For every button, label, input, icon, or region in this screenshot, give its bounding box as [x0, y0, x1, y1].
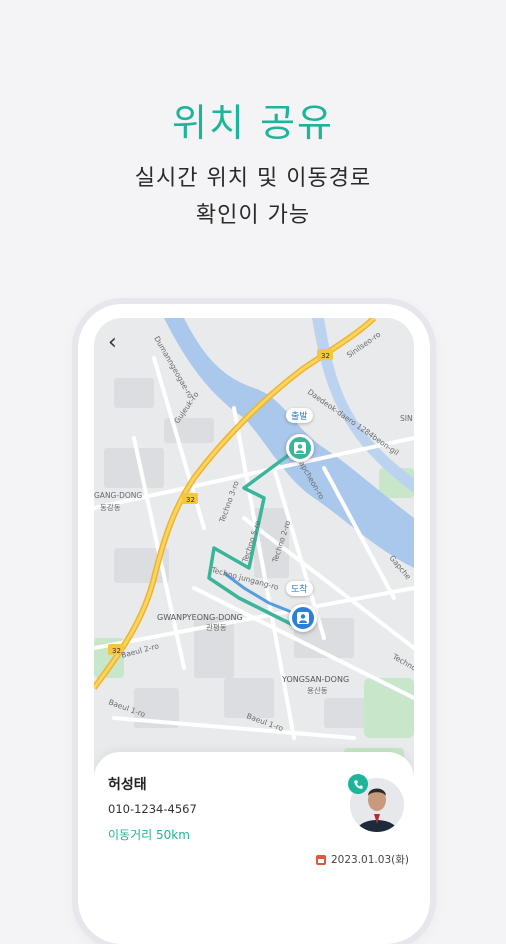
map-label-gwanpyeong-kr: 관평동: [206, 622, 227, 632]
date-row: 2023.01.03(화): [316, 852, 409, 867]
start-pin-label: 출발: [286, 408, 313, 423]
subtitle-line-1: 실시간 위치 및 이동경로: [134, 166, 372, 191]
map-label-yongsan: YONGSAN-DONG: [281, 675, 349, 684]
user-name: 허성태: [108, 777, 147, 793]
map-label-sin: SIN: [400, 414, 413, 423]
phone-frame: GANG-DONG 동강동 GWANPYEONG-DONG 관평동 YONGSA…: [78, 304, 430, 944]
end-pin-icon[interactable]: [289, 604, 317, 632]
page-title: 위치 공유: [172, 101, 334, 145]
calendar-icon: [316, 854, 326, 865]
travel-distance: 이동거리 50km: [108, 828, 190, 842]
app-screen: GANG-DONG 동강동 GWANPYEONG-DONG 관평동 YONGSA…: [94, 318, 414, 944]
road-shield-32-c: 32: [112, 647, 121, 655]
call-icon[interactable]: [348, 774, 368, 794]
end-pin-label: 도착: [286, 581, 313, 596]
map-label-gwanpyeong: GWANPYEONG-DONG: [157, 613, 243, 622]
trip-date: 2023.01.03(화): [331, 854, 409, 866]
user-phone-number: 010-1234-4567: [108, 802, 197, 816]
subtitle-line-2: 확인이 가능: [195, 203, 311, 228]
back-arrow-icon[interactable]: ‹: [108, 332, 117, 354]
road-shield-32-b: 32: [186, 496, 195, 504]
map-label-gang-dong-kr: 동강동: [100, 502, 121, 512]
start-pin-icon[interactable]: [286, 434, 314, 462]
user-info-card[interactable]: 허성태 010-1234-4567 이동거리 50km 2023.01.03(화…: [94, 752, 414, 944]
map-label-gang-dong: GANG-DONG: [94, 491, 142, 500]
map-label-yongsan-kr: 용산동: [307, 685, 328, 695]
road-shield-32-a: 32: [321, 352, 330, 360]
